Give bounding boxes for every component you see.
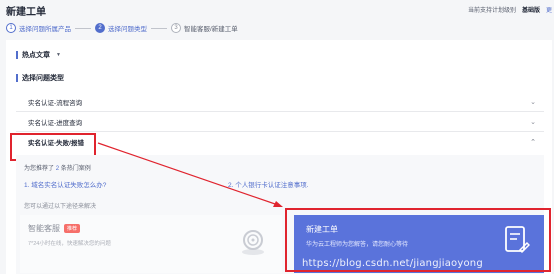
recommend-count: 2	[55, 166, 60, 172]
chevron-down-icon: ⌄	[530, 118, 536, 126]
step-label: 选择问题类型	[108, 26, 147, 33]
support-plan-edition[interactable]: 基础版	[522, 5, 540, 14]
section-marker	[16, 51, 18, 59]
recommend-badge: 推荐	[64, 224, 81, 233]
step-connector	[151, 27, 167, 29]
step-select-type[interactable]: 2 选择问题类型	[95, 23, 147, 33]
step-number: 1	[6, 23, 16, 33]
step-number: 2	[95, 23, 105, 33]
step-label: 智能客服/新建工单	[184, 26, 238, 33]
case-link[interactable]: 1. 域名实名认证失败怎么办?	[24, 179, 106, 189]
question-item[interactable]: 实名认证-流程咨询 ⌄	[16, 92, 544, 112]
watermark-text: https://blog.csdn.net/jiangjiaoyong	[302, 258, 483, 269]
robot-icon	[242, 230, 264, 255]
alternatives-text: 您可以通过以下途径来解决	[24, 204, 97, 210]
question-item[interactable]: 实名认证-进度查询 ⌄	[16, 112, 544, 132]
smart-service-card[interactable]: 智能客服 推荐 7*24小时在线，快速解决您的问题	[20, 215, 282, 273]
page-title: 新建工单	[6, 7, 46, 18]
chevron-up-icon: ⌃	[530, 139, 536, 146]
support-plan-info: 当前支持计划级别 基础版 更	[468, 5, 552, 14]
smart-service-label: 智能客服	[28, 224, 60, 233]
section-marker	[16, 74, 18, 82]
question-type-label: 选择问题类型	[22, 75, 64, 82]
recommend-text: 为您推荐了 2 条热门案例	[24, 163, 91, 172]
progress-steps: 1 选择问题所属产品 2 选择问题类型 3 智能客服/新建工单	[6, 22, 238, 34]
hot-articles-toggle[interactable]: 热点文章 ▼	[16, 50, 61, 60]
question-label: 实名认证-流程咨询	[28, 99, 83, 107]
step-connector	[75, 27, 91, 29]
top-bar: 新建工单 当前支持计划级别 基础版 更	[0, 0, 554, 20]
question-label: 实名认证-进度查询	[28, 119, 83, 127]
recommend-suffix: 条热门案例	[60, 166, 91, 172]
chevron-down-icon: ⌄	[530, 98, 536, 106]
hot-articles-label: 热点文章	[22, 52, 50, 59]
more-link[interactable]: 更	[546, 5, 552, 14]
question-type-heading: 选择问题类型	[16, 73, 64, 83]
caret-down-icon: ▼	[56, 52, 61, 58]
step-number: 3	[171, 23, 181, 33]
smart-service-subtitle: 7*24小时在线，快速解决您的问题	[28, 241, 111, 247]
step-service-ticket: 3 智能客服/新建工单	[171, 23, 238, 33]
smart-service-title: 智能客服 推荐	[28, 223, 81, 234]
step-label: 选择问题所属产品	[19, 26, 71, 33]
step-select-product[interactable]: 1 选择问题所属产品	[6, 23, 71, 33]
case-link[interactable]: 2. 个人银行卡认证注意事项.	[228, 179, 309, 189]
support-plan-label: 当前支持计划级别	[467, 8, 516, 14]
recommend-prefix: 为您推荐了	[24, 166, 55, 172]
